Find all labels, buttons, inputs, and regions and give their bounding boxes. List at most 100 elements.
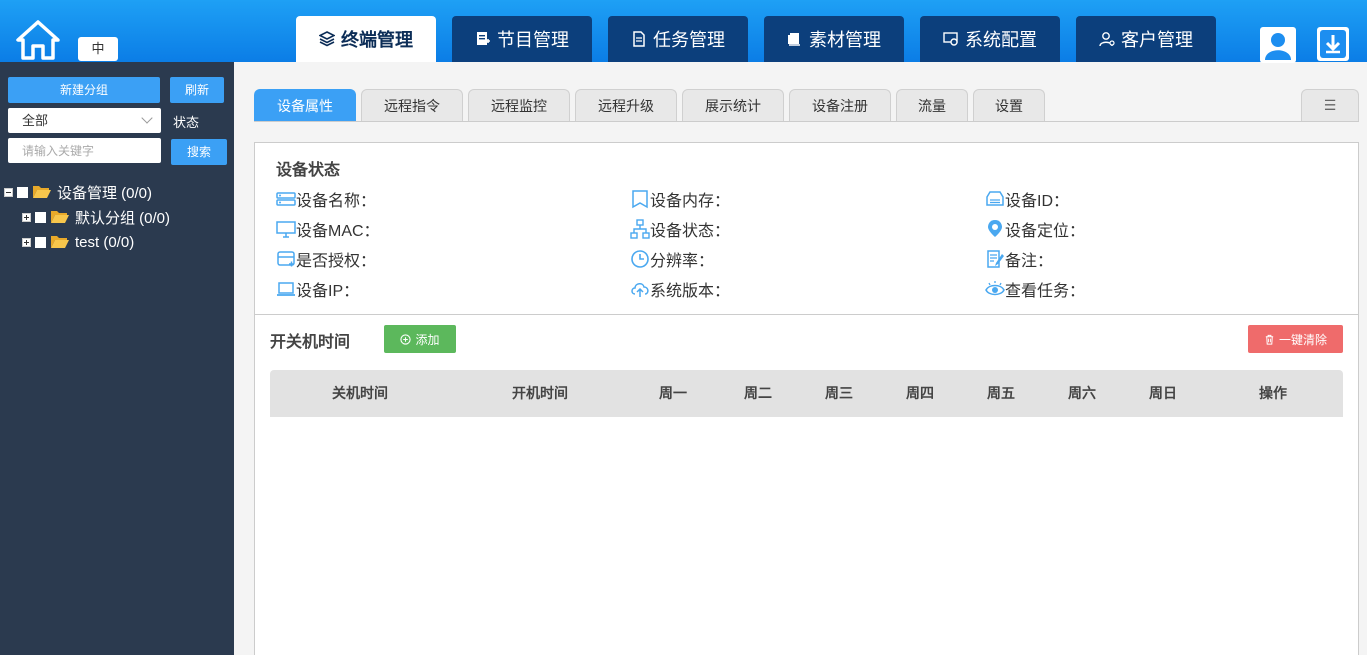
tab-device-properties[interactable]: 设备属性 (254, 89, 356, 122)
tab-remote-monitor[interactable]: 远程监控 (468, 89, 570, 122)
column-header: 周四 (906, 385, 934, 401)
device-status-title: 设备状态 (276, 162, 341, 179)
expand-icon[interactable] (22, 212, 31, 222)
column-header: 开机时间 (512, 385, 568, 401)
nav-tab-label: 系统配置 (965, 30, 1037, 50)
column-header: 周六 (1068, 385, 1096, 401)
prop-resolution: 分辨率： (630, 249, 715, 270)
prop-device-mac: 设备MAC： (276, 219, 380, 240)
column-header: 关机时间 (332, 385, 388, 401)
tree-node-label: 设备管理 (0/0) (57, 184, 153, 202)
plus-circle-icon (400, 333, 412, 345)
tab-remote-command[interactable]: 远程指令 (361, 89, 463, 122)
cloud-upload-icon (631, 283, 649, 297)
prop-label: 设备名称： (296, 193, 377, 210)
prop-label: 备注： (1005, 253, 1054, 270)
folder-open-icon (51, 236, 69, 248)
prop-system-version: 系统版本： (630, 279, 731, 300)
nav-tab-material[interactable]: 素材管理 (764, 16, 904, 62)
device-id-icon (986, 191, 1004, 206)
power-schedule-title: 开关机时间 (270, 334, 351, 351)
refresh-button[interactable]: 刷新 (170, 77, 224, 103)
prop-label: 查看任务： (1005, 283, 1086, 300)
download-icon (1320, 30, 1346, 58)
laptop-icon (277, 282, 295, 296)
tab-display-stats[interactable]: 展示统计 (682, 89, 784, 122)
tree-checkbox[interactable] (35, 236, 46, 248)
nav-tab-label: 客户管理 (1121, 30, 1193, 50)
prop-label: 设备内存： (650, 193, 731, 210)
nav-tab-terminal[interactable]: 终端管理 (296, 16, 436, 62)
collapse-icon[interactable] (4, 187, 13, 197)
tree-node-default-group[interactable]: 默认分组 (0/0) (22, 207, 170, 227)
top-header: 中 终端管理 节目管理 任务管理 素材管理 系统配置 客户管理 (0, 0, 1367, 63)
nav-tab-label: 节目管理 (497, 30, 569, 50)
search-input[interactable] (8, 138, 161, 163)
prop-authorized: 是否授权： (276, 249, 376, 270)
status-select[interactable]: 全部 (8, 108, 161, 133)
note-icon (987, 250, 1004, 268)
column-header: 操作 (1259, 385, 1287, 401)
authorize-icon (277, 251, 295, 267)
nav-tab-customer[interactable]: 客户管理 (1076, 16, 1216, 62)
tab-remote-upgrade[interactable]: 远程升级 (575, 89, 677, 122)
column-header: 周一 (659, 385, 687, 401)
tree-node-label: test (0/0) (75, 233, 135, 251)
folder-open-icon (33, 186, 51, 198)
nav-tab-task[interactable]: 任务管理 (608, 16, 748, 62)
material-icon (788, 33, 800, 46)
tree-node-device-management[interactable]: 设备管理 (0/0) (4, 182, 152, 202)
add-button[interactable]: 添加 (384, 325, 456, 353)
nav-tab-system-config[interactable]: 系统配置 (920, 16, 1060, 62)
prop-device-id: 设备ID： (985, 189, 1070, 210)
program-icon (477, 32, 490, 45)
user-button[interactable] (1260, 27, 1296, 63)
nav-tab-label: 素材管理 (809, 30, 881, 50)
status-select-value: 全部 (22, 113, 49, 128)
customer-icon (1099, 32, 1115, 47)
download-button[interactable] (1317, 27, 1349, 61)
tab-settings[interactable]: 设置 (973, 89, 1045, 122)
schedule-table-header: 关机时间 开机时间 周一 周二 周三 周四 周五 周六 周日 操作 (270, 370, 1343, 417)
prop-label: 系统版本： (650, 283, 731, 300)
status-label: 状态 (173, 115, 200, 130)
location-icon (988, 220, 1002, 237)
trash-icon (1265, 334, 1274, 345)
tree-checkbox[interactable] (35, 211, 46, 223)
prop-device-memory: 设备内存： (630, 189, 731, 210)
tab-traffic[interactable]: 流量 (896, 89, 968, 122)
prop-label: 设备状态： (650, 223, 731, 240)
home-icon[interactable] (16, 20, 60, 60)
network-icon (630, 219, 650, 239)
tree-checkbox[interactable] (17, 186, 28, 198)
tab-device-register[interactable]: 设备注册 (789, 89, 891, 122)
prop-label: 设备定位： (1005, 223, 1086, 240)
tree-node-label: 默认分组 (0/0) (75, 209, 171, 227)
expand-icon[interactable] (22, 237, 31, 247)
nav-tab-program[interactable]: 节目管理 (452, 16, 592, 62)
device-panel: 设备状态 设备名称： 设备内存： 设备ID： 设备MAC： 设备状态： 设备定位… (254, 142, 1359, 655)
section-divider (255, 314, 1358, 315)
search-button[interactable]: 搜索 (171, 139, 227, 165)
clear-all-button[interactable]: 一键清除 (1248, 325, 1343, 353)
prop-view-task[interactable]: 查看任务： (985, 279, 1086, 300)
folder-open-icon (51, 211, 69, 223)
prop-label: 分辨率： (650, 253, 715, 270)
memory-icon (632, 190, 648, 209)
column-header: 周五 (987, 385, 1015, 401)
chevron-down-icon (141, 112, 153, 124)
user-icon (1265, 33, 1291, 60)
prop-device-ip: 设备IP： (276, 279, 359, 300)
prop-device-name: 设备名称： (276, 189, 377, 210)
eye-icon (985, 281, 1005, 296)
monitor-icon (276, 221, 296, 238)
new-group-button[interactable]: 新建分组 (8, 77, 160, 103)
language-button[interactable]: 中 (78, 37, 118, 61)
add-button-label: 添加 (415, 332, 440, 347)
prop-device-location: 设备定位： (985, 219, 1086, 240)
prop-remark: 备注： (985, 249, 1054, 270)
tree-node-test[interactable]: test (0/0) (22, 232, 134, 252)
prop-label: 设备ID： (1005, 193, 1070, 210)
server-icon (276, 192, 296, 206)
menu-tab[interactable]: ☰ (1301, 89, 1359, 122)
